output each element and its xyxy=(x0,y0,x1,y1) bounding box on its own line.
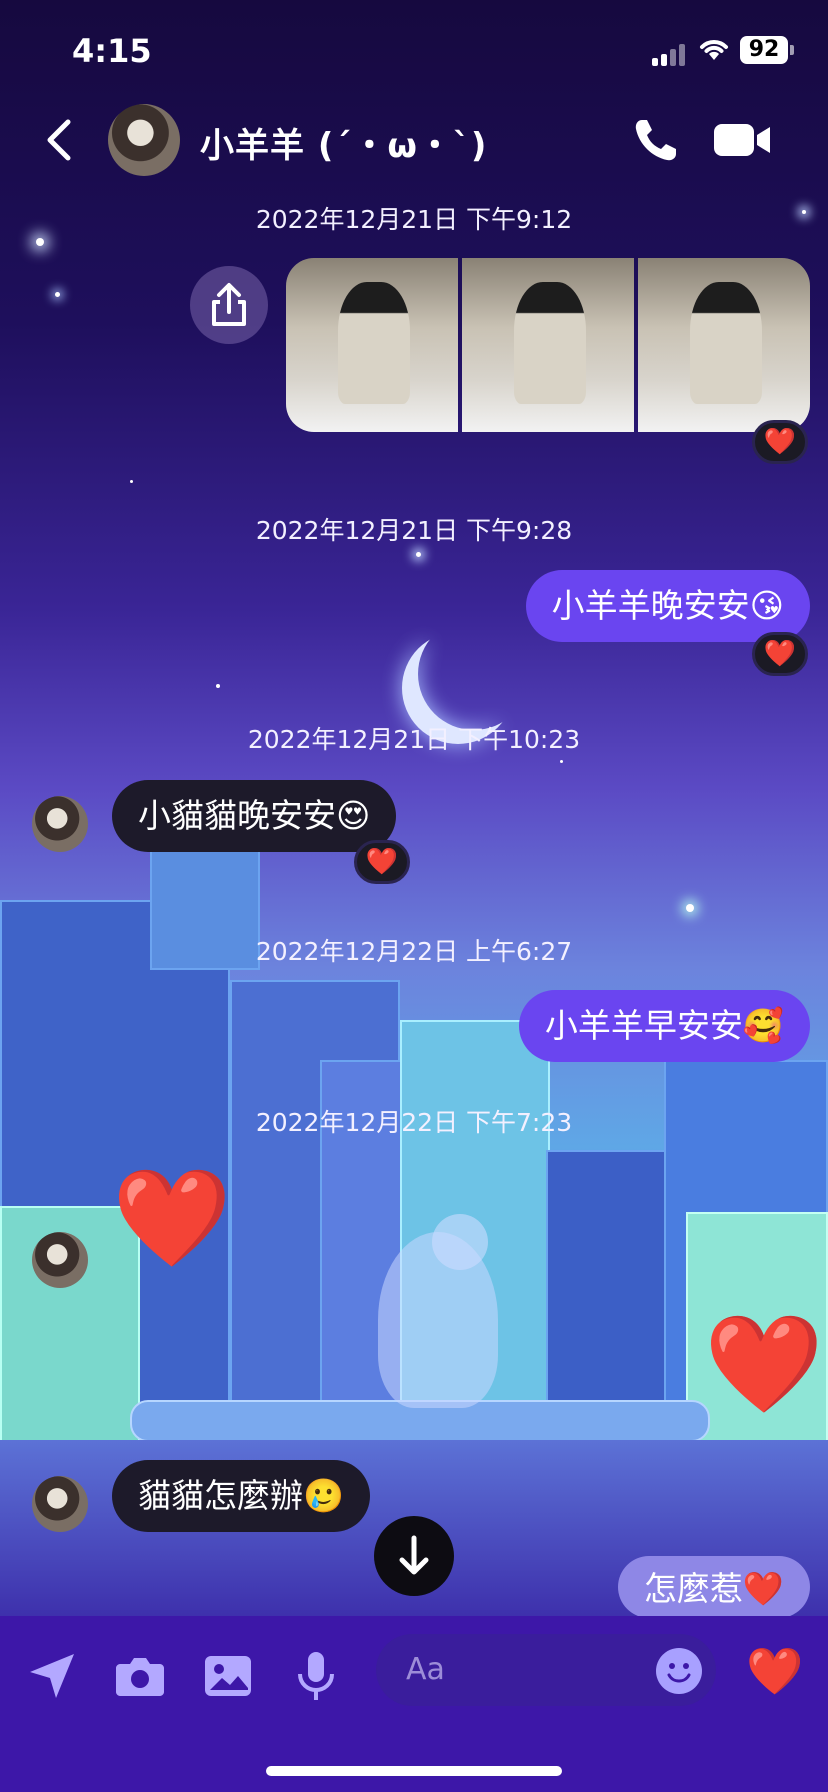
arrow-down-icon xyxy=(399,1535,429,1575)
timestamp: 2022年12月21日 下午9:12 xyxy=(255,205,573,234)
gallery-button[interactable] xyxy=(202,1650,254,1702)
contact-avatar[interactable] xyxy=(108,104,180,176)
signal-icon xyxy=(652,44,688,66)
voice-call-button[interactable] xyxy=(632,116,680,164)
heart-sticker-message[interactable]: ❤️ xyxy=(704,1316,824,1412)
quick-like-button[interactable]: ❤️ xyxy=(746,1644,803,1699)
share-button[interactable] xyxy=(190,266,268,344)
message-bubble-mine[interactable]: 小羊羊早安安🥰 xyxy=(518,990,810,1062)
smiley-icon xyxy=(667,1663,691,1683)
heart-sticker-message[interactable]: ❤️ xyxy=(112,1170,232,1266)
home-indicator xyxy=(266,1766,562,1776)
battery-icon xyxy=(790,45,794,55)
chevron-left-icon xyxy=(47,119,71,161)
emoji-button[interactable] xyxy=(656,1648,702,1694)
scroll-to-bottom-button[interactable] xyxy=(374,1516,454,1596)
timestamp: 2022年12月21日 下午9:28 xyxy=(255,516,573,545)
video-call-button[interactable] xyxy=(714,122,772,158)
image-icon xyxy=(205,1656,251,1696)
heart-reaction[interactable]: ❤️ xyxy=(752,632,808,676)
message-input-placeholder: Aa xyxy=(406,1652,445,1687)
photo-attachment[interactable] xyxy=(286,258,458,432)
contact-avatar[interactable] xyxy=(32,1232,88,1288)
location-button[interactable] xyxy=(26,1650,78,1702)
phone-icon xyxy=(635,120,676,161)
photo-attachment[interactable] xyxy=(462,258,634,432)
heart-reaction[interactable]: ❤️ xyxy=(752,420,808,464)
camera-icon xyxy=(116,1658,164,1696)
message-bubble-theirs[interactable]: 小貓貓晚安安😍 xyxy=(112,780,397,852)
status-time: 4:15 xyxy=(72,32,152,70)
camera-button[interactable] xyxy=(114,1650,166,1702)
contact-name[interactable]: 小羊羊 (´・ω・`) xyxy=(200,118,487,167)
share-icon xyxy=(212,283,246,326)
photo-attachment[interactable] xyxy=(638,258,810,432)
moon-decoration xyxy=(418,618,530,730)
voice-message-button[interactable] xyxy=(290,1650,342,1702)
contact-avatar[interactable] xyxy=(32,796,88,852)
timestamp: 2022年12月22日 下午7:23 xyxy=(255,1108,573,1137)
timestamp: 2022年12月22日 上午6:27 xyxy=(255,937,573,966)
video-camera-icon xyxy=(714,124,770,156)
contact-avatar[interactable] xyxy=(32,1476,88,1532)
wifi-icon xyxy=(698,36,730,69)
back-button[interactable] xyxy=(40,114,80,166)
heart-reaction[interactable]: ❤️ xyxy=(354,840,410,884)
status-bar: 4:15 92 xyxy=(0,28,828,72)
battery-level: 92 xyxy=(740,36,788,64)
send-location-icon xyxy=(30,1654,74,1698)
timestamp: 2022年12月21日 下午10:23 xyxy=(247,725,581,754)
message-bubble-mine[interactable]: 怎麼惹❤️ xyxy=(617,1556,810,1618)
microphone-icon xyxy=(298,1652,334,1700)
message-bubble-mine[interactable]: 小羊羊晚安安😘 xyxy=(525,570,810,642)
message-bubble-theirs[interactable]: 貓貓怎麼辦🥲 xyxy=(112,1460,371,1532)
